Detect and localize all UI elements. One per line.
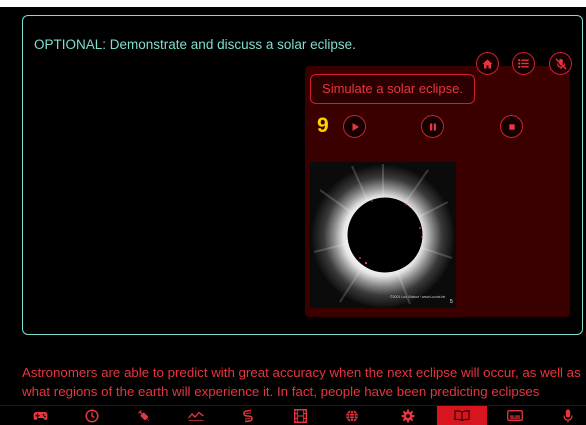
microphone-off-icon [555,58,566,69]
pause-icon [429,123,436,130]
clock-icon [85,408,99,423]
menu-list-button[interactable] [512,52,535,75]
gamepad-icon [33,411,47,420]
nav-video[interactable] [275,406,325,425]
home-button[interactable] [476,52,499,75]
simulate-eclipse-button[interactable]: Simulate a solar eclipse. [310,74,475,104]
eclipse-photo [310,162,456,308]
book-open-icon [454,410,470,421]
stop-button[interactable] [500,115,523,138]
play-button[interactable] [343,115,366,138]
nav-reading[interactable] [437,406,487,425]
chart-line-icon [188,411,204,421]
image-frame-number: 5 [450,299,453,305]
nav-settings[interactable] [383,406,433,425]
caption-icon [507,410,523,421]
nav-history[interactable] [67,406,117,425]
pause-button[interactable] [421,115,444,138]
play-icon [352,122,359,131]
nav-games[interactable] [15,406,65,425]
home-icon [482,59,493,68]
gear-icon [401,409,415,422]
nav-web[interactable] [327,406,377,425]
list-icon [518,59,529,68]
bottom-navigation-bar [0,405,586,425]
nav-voice[interactable] [543,406,586,425]
lesson-instruction: OPTIONAL: Demonstrate and discuss a sola… [34,37,356,52]
globe-icon [346,409,358,422]
coil-icon [243,409,253,422]
nav-medical[interactable] [119,406,169,425]
mute-microphone-button[interactable] [549,52,572,75]
nav-coil[interactable] [223,406,273,425]
narration-text: Astronomers are able to predict with gre… [22,365,581,399]
syringe-icon [138,409,150,421]
nav-graphs[interactable] [171,406,221,425]
nav-captions[interactable] [490,406,540,425]
stop-icon [508,123,515,130]
window-top-strip [0,0,586,7]
image-credit: ©2001 Luc Viatour / www.Lucnix.be [390,295,446,299]
countdown-number: 9 [317,114,329,137]
film-icon [293,408,307,423]
microphone-icon [563,409,573,422]
